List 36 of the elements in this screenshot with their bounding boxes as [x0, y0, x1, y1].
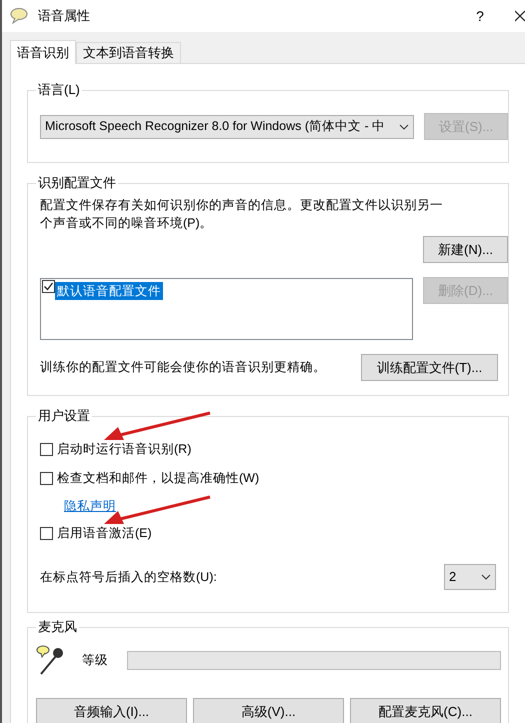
profile-description: 配置文件保存有关如何识别你的声音的信息。更改配置文件以识别另一个声音或不同的噪音环境(P)。	[40, 197, 444, 232]
checkbox-label[interactable]: 启动时运行语音识别(R)	[57, 440, 192, 459]
microphone-icon	[36, 644, 66, 676]
privacy-link[interactable]: 隐私声明	[64, 493, 116, 519]
chevron-down-icon	[481, 574, 491, 580]
help-button[interactable]: ?	[465, 6, 495, 26]
train-hint: 训练你的配置文件可能会使你的语音识别更精确。	[40, 359, 327, 376]
dropdown-value: Microsoft Speech Recognizer 8.0 for Windows (简体中文 - 中	[45, 118, 386, 136]
spaces-label: 在标点符号后插入的空格数(U):	[40, 568, 218, 586]
group-label: 语言(L)	[36, 82, 82, 98]
speech-bubble-icon	[10, 7, 30, 25]
list-item[interactable]: 默认语音配置文件	[55, 282, 163, 300]
checkbox[interactable]	[40, 443, 53, 456]
checkbox-label[interactable]: 启用语音激活(E)	[57, 524, 152, 543]
dialog-button[interactable]: 新建(N)...	[423, 236, 508, 263]
close-icon[interactable]	[515, 10, 525, 22]
tab[interactable]: 语音识别	[10, 40, 76, 64]
dropdown-value: 2	[449, 568, 458, 586]
group-label: 麦克风	[36, 619, 79, 635]
group-label: 用户设置	[36, 408, 92, 424]
group-label: 识别配置文件	[36, 175, 118, 191]
dialog-button[interactable]: 训练配置文件(T)...	[361, 354, 498, 381]
spaces-dropdown[interactable]: 2	[444, 564, 496, 590]
dropdown[interactable]: Microsoft Speech Recognizer 8.0 for Windows (简体中文 - 中	[40, 114, 414, 138]
checkbox[interactable]	[42, 280, 55, 293]
window-title: 语音属性	[38, 7, 90, 26]
checkbox[interactable]	[40, 527, 53, 540]
chevron-down-icon	[399, 124, 410, 130]
checkbox[interactable]	[40, 472, 53, 485]
dialog-button[interactable]: 音频输入(I)...	[36, 698, 187, 723]
level-label: 等级	[82, 652, 109, 669]
check-icon	[43, 281, 54, 292]
dialog-button[interactable]: 高级(V)...	[193, 698, 344, 723]
tab[interactable]: 文本到语音转换	[76, 42, 181, 63]
checkbox-label[interactable]: 检查文档和邮件，以提高准确性(W)	[57, 469, 260, 488]
dialog-button[interactable]: 配置麦克风(C)...	[350, 698, 501, 723]
